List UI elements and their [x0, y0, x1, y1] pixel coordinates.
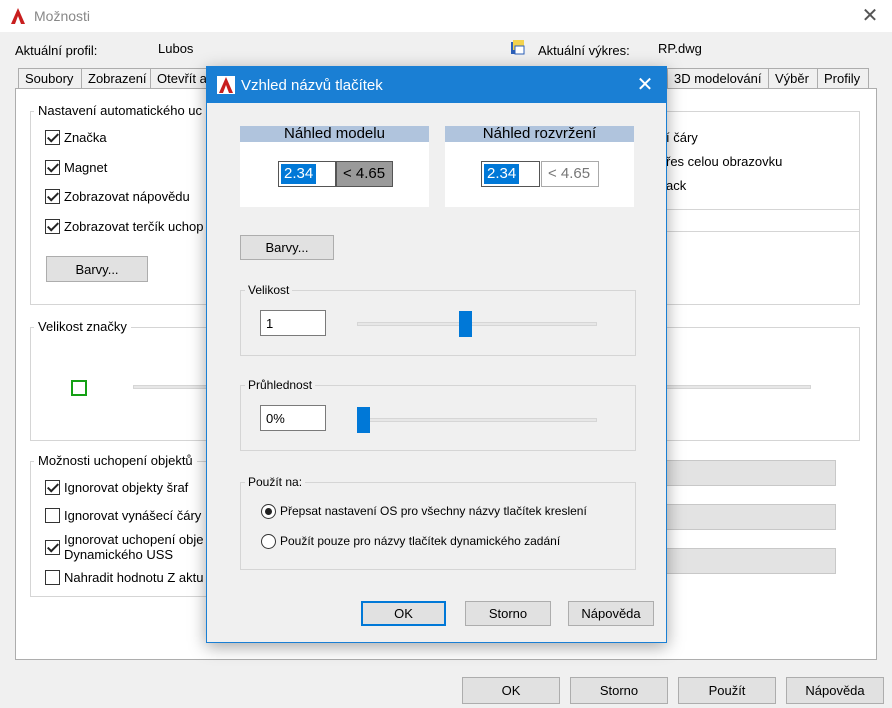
tooltip-appearance-dialog: Vzhled názvů tlačítek ✕ Náhled modelu 2.…	[206, 66, 667, 643]
autosnap-group-title: Nastavení automatického uc	[34, 103, 207, 118]
model-preview: Náhled modelu 2.34 < 4.65	[240, 126, 429, 207]
transparency-slider-track[interactable]	[357, 418, 597, 422]
tab-files[interactable]: Soubory	[18, 68, 82, 89]
marker-size-track[interactable]	[133, 385, 207, 389]
tooltip-label: Zobrazovat nápovědu	[64, 189, 190, 204]
layout-preview-title: Náhled rozvržení	[445, 126, 634, 142]
model-preview-title: Náhled modelu	[240, 126, 429, 142]
gray-button-3[interactable]	[666, 548, 836, 574]
aperture-checkbox[interactable]	[45, 219, 60, 234]
drawing-label: Aktuální výkres:	[538, 43, 630, 58]
tab-selection[interactable]: Výběr	[768, 68, 818, 89]
size-slider-thumb[interactable]	[459, 311, 473, 337]
transparency-slider-thumb[interactable]	[357, 407, 370, 433]
tab-profiles[interactable]: Profily	[817, 68, 869, 89]
tab-open-save[interactable]: Otevřít a	[150, 68, 210, 89]
tooltip-checkbox[interactable]	[45, 189, 60, 204]
profile-value: Lubos	[158, 41, 194, 56]
main-apply-button[interactable]: Použít	[678, 677, 776, 704]
marker-size-group-title: Velikost značky	[34, 319, 131, 334]
dialog-titlebar: Vzhled názvů tlačítek ✕	[207, 67, 666, 103]
override-os-label: Přepsat nastavení OS pro všechny názvy t…	[280, 504, 587, 518]
osnap-group-title: Možnosti uchopení objektů	[34, 453, 197, 468]
model-preview-value: 2.34	[281, 164, 317, 184]
close-icon[interactable]: ✕	[627, 71, 663, 99]
magnet-checkbox[interactable]	[45, 160, 60, 175]
ignore-dimension-checkbox[interactable]	[45, 508, 60, 523]
autocad-logo-icon	[217, 76, 235, 94]
main-cancel-button[interactable]: Storno	[570, 677, 668, 704]
layout-preview-value: 2.34	[484, 164, 520, 184]
dynamic-input-label: Použít pouze pro názvy tlačítek dynamick…	[280, 534, 561, 548]
model-preview-value-box: 2.34	[278, 161, 336, 187]
ignore-ducs-label: Ignorovat uchopení obje	[64, 532, 204, 547]
ignore-ducs-label-2: Dynamického USS	[64, 547, 174, 562]
layout-preview: Náhled rozvržení 2.34 < 4.65	[445, 126, 634, 207]
drawing-icon	[511, 40, 525, 55]
dialog-ok-button[interactable]: OK	[361, 601, 446, 626]
apply-to-group	[240, 482, 636, 570]
dynamic-input-radio[interactable]	[261, 534, 276, 549]
tab-3d-modeling[interactable]: 3D modelování	[667, 68, 769, 89]
transparency-label: Průhlednost	[245, 378, 316, 392]
marker-label: Značka	[64, 130, 107, 145]
layout-preview-tip: < 4.65	[541, 161, 599, 187]
replace-z-label: Nahradit hodnotu Z aktu	[64, 570, 204, 585]
window-title: Možnosti	[34, 8, 91, 24]
layout-preview-value-box: 2.34	[481, 161, 540, 187]
marker-checkbox[interactable]	[45, 130, 60, 145]
close-icon[interactable]: ✕	[852, 2, 888, 30]
aperture-size-track[interactable]	[666, 385, 811, 389]
dialog-cancel-button[interactable]: Storno	[465, 601, 551, 626]
main-ok-button[interactable]: OK	[462, 677, 560, 704]
dialog-help-button[interactable]: Nápověda	[568, 601, 654, 626]
main-colors-button[interactable]: Barvy...	[46, 256, 148, 282]
autocad-logo-icon	[11, 8, 25, 24]
right-item-1: í čáry	[666, 130, 698, 145]
right-item-3: ack	[666, 178, 687, 193]
ignore-hatch-label: Ignorovat objekty šraf	[64, 480, 189, 495]
apply-to-label: Použít na:	[245, 475, 306, 489]
transparency-input[interactable]: 0%	[260, 405, 326, 431]
gray-button-1[interactable]	[666, 460, 836, 486]
ignore-hatch-checkbox[interactable]	[45, 480, 60, 495]
magnet-label: Magnet	[64, 160, 108, 175]
ignore-ducs-checkbox[interactable]	[45, 540, 60, 555]
marker-preview-square	[71, 380, 87, 396]
dialog-title: Vzhled názvů tlačítek	[241, 77, 383, 94]
right-item-2: řes celou obrazovku	[666, 154, 783, 169]
ignore-dimension-label: Ignorovat vynášecí čáry	[64, 508, 202, 523]
tab-display[interactable]: Zobrazení	[81, 68, 151, 89]
gray-button-2[interactable]	[666, 504, 836, 530]
aperture-label: Zobrazovat terčík uchop	[64, 219, 204, 234]
model-preview-tip: < 4.65	[336, 161, 393, 187]
override-os-radio[interactable]	[261, 504, 276, 519]
profile-label: Aktuální profil:	[15, 43, 98, 58]
main-help-button[interactable]: Nápověda	[786, 677, 884, 704]
size-label: Velikost	[245, 283, 293, 297]
right-divider	[666, 209, 860, 210]
drawing-value: RP.dwg	[658, 41, 702, 56]
dialog-colors-button[interactable]: Barvy...	[240, 235, 334, 260]
size-slider-track[interactable]	[357, 322, 597, 326]
size-input[interactable]: 1	[260, 310, 326, 336]
replace-z-checkbox[interactable]	[45, 570, 60, 585]
right-group-box	[666, 231, 860, 305]
main-titlebar: Možnosti ✕	[0, 0, 892, 32]
